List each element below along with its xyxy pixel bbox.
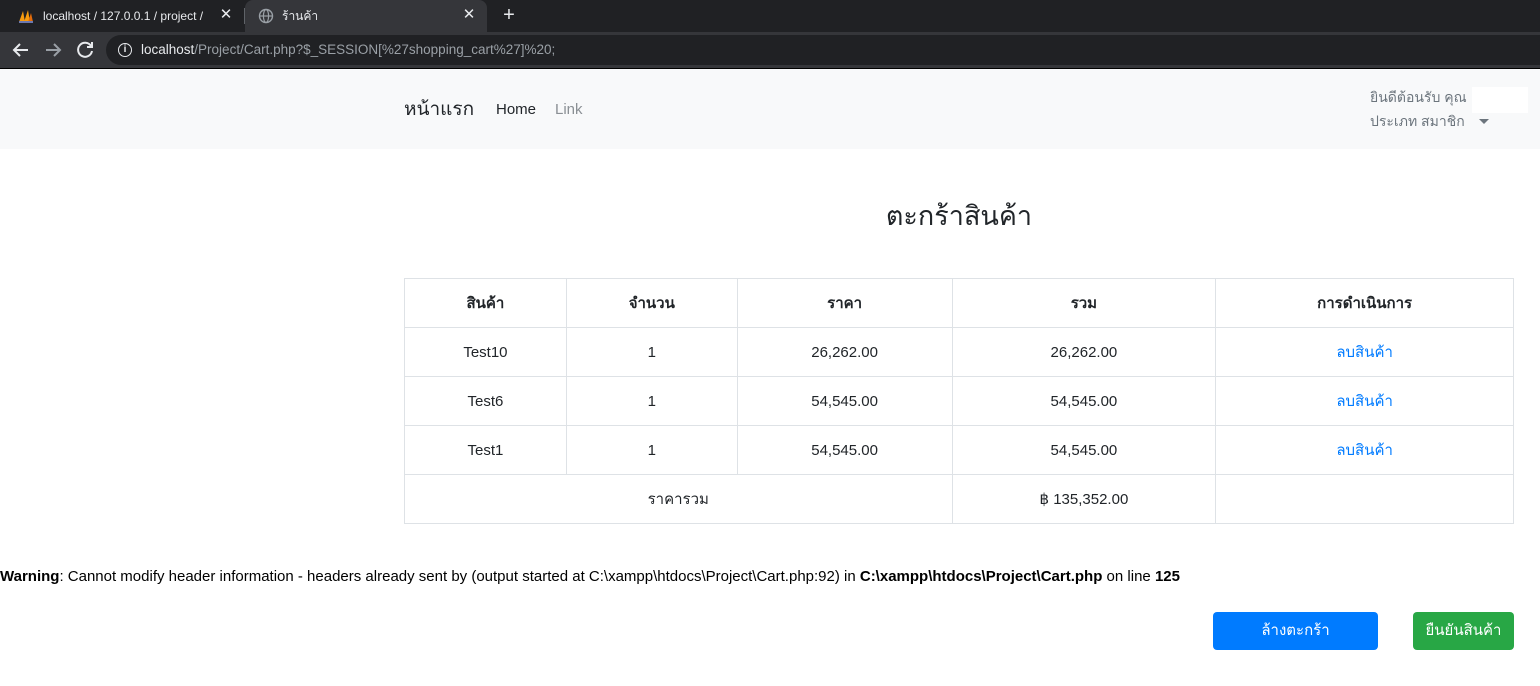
globe-icon — [258, 8, 274, 24]
table-footer-row: ราคารวม ฿ 135,352.00 — [404, 474, 1514, 524]
member-type-dropdown[interactable]: ประเภท สมาชิก — [1370, 111, 1465, 131]
username-box — [1472, 87, 1528, 113]
tab-title: ร้านค้า — [282, 9, 319, 23]
page-title: ตะกร้าสินค้า — [885, 201, 1033, 231]
delete-item-link[interactable]: ลบสินค้า — [1336, 442, 1393, 459]
cell-quantity: 1 — [565, 425, 738, 475]
url-text[interactable]: localhost/Project/Cart.php?$_SESSION[%27… — [141, 42, 555, 58]
cell-action: ลบสินค้า — [1215, 425, 1514, 475]
welcome-text: ยินดีต้อนรับ คุณ — [1370, 89, 1467, 105]
warning-line-number: 125 — [1154, 568, 1180, 585]
warning-label: Warning — [0, 568, 60, 585]
browser-tab-phpmyadmin[interactable]: localhost / 127.0.0.1 / project / pr ✕ — [0, 0, 244, 32]
header-action: การดำเนินการ — [1215, 278, 1514, 328]
cell-product: Test10 — [404, 327, 567, 377]
nav-link-link[interactable]: Link — [555, 100, 583, 120]
cell-price: 26,262.00 — [736, 327, 953, 377]
nav-link-home[interactable]: Home — [496, 100, 536, 120]
site-navbar: หน้าแรก Home Link ยินดีต้อนรับ คุณ ประเภ… — [0, 69, 1540, 149]
delete-item-link[interactable]: ลบสินค้า — [1336, 393, 1393, 410]
warning-on-line: on line — [1102, 568, 1155, 585]
table-header-row: สินค้า จำนวน ราคา รวม การดำเนินการ — [404, 278, 1514, 328]
reload-icon[interactable] — [73, 38, 97, 62]
cart-table: สินค้า จำนวน ราคา รวม การดำเนินการ Test1… — [404, 278, 1514, 524]
new-tab-button[interactable]: + — [498, 4, 520, 26]
header-price: ราคา — [736, 278, 953, 328]
cell-product: Test1 — [404, 425, 567, 475]
warning-file: C:\xampp\htdocs\Project\Cart.php — [859, 568, 1103, 585]
forward-arrow-icon[interactable] — [41, 38, 65, 62]
phpmyadmin-icon — [19, 10, 33, 23]
table-row: Test1 1 54,545.00 54,545.00 ลบสินค้า — [404, 425, 1514, 475]
cell-action: ลบสินค้า — [1215, 327, 1514, 377]
info-icon[interactable]: i — [118, 43, 132, 57]
cell-action: ลบสินค้า — [1215, 376, 1514, 426]
address-bar[interactable]: i localhost/Project/Cart.php?$_SESSION[%… — [106, 35, 1540, 65]
back-arrow-icon[interactable] — [9, 38, 33, 62]
table-row: Test10 1 26,262.00 26,262.00 ลบสินค้า — [404, 327, 1514, 377]
delete-item-link[interactable]: ลบสินค้า — [1336, 344, 1393, 361]
navbar-brand[interactable]: หน้าแรก — [404, 98, 474, 122]
cell-total: 54,545.00 — [951, 376, 1217, 426]
confirm-order-button[interactable]: ยืนยันสินค้า — [1413, 612, 1514, 650]
browser-tab-bar: localhost / 127.0.0.1 / project / pr ✕ ร… — [0, 0, 1540, 32]
cell-price: 54,545.00 — [736, 425, 953, 475]
cell-price: 54,545.00 — [736, 376, 953, 426]
close-icon[interactable]: ✕ — [218, 7, 234, 23]
cell-total: 26,262.00 — [951, 327, 1217, 377]
cell-quantity: 1 — [565, 327, 738, 377]
browser-toolbar: i localhost/Project/Cart.php?$_SESSION[%… — [0, 32, 1540, 68]
tab-title: localhost / 127.0.0.1 / project / pr — [43, 9, 203, 23]
php-warning: Warning: Cannot modify header informatio… — [0, 567, 1180, 587]
cell-product: Test6 — [404, 376, 567, 426]
warning-text: : Cannot modify header information - hea… — [59, 568, 860, 585]
empty-cell — [1215, 474, 1514, 524]
clear-cart-button[interactable]: ล้างตะกร้า — [1213, 612, 1378, 650]
table-row: Test6 1 54,545.00 54,545.00 ลบสินค้า — [404, 376, 1514, 426]
cell-quantity: 1 — [565, 376, 738, 426]
header-quantity: จำนวน — [565, 278, 738, 328]
header-product: สินค้า — [404, 278, 567, 328]
close-icon[interactable]: ✕ — [461, 7, 477, 23]
grand-total-label: ราคารวม — [404, 474, 953, 524]
caret-down-icon[interactable] — [1479, 119, 1489, 124]
url-host: localhost — [141, 42, 195, 57]
url-path: /Project/Cart.php?$_SESSION[%27shopping_… — [194, 42, 556, 57]
grand-total-value: ฿ 135,352.00 — [951, 474, 1217, 524]
browser-tab-shop[interactable]: ร้านค้า ✕ — [245, 0, 487, 32]
header-total: รวม — [951, 278, 1217, 328]
cell-total: 54,545.00 — [951, 425, 1217, 475]
